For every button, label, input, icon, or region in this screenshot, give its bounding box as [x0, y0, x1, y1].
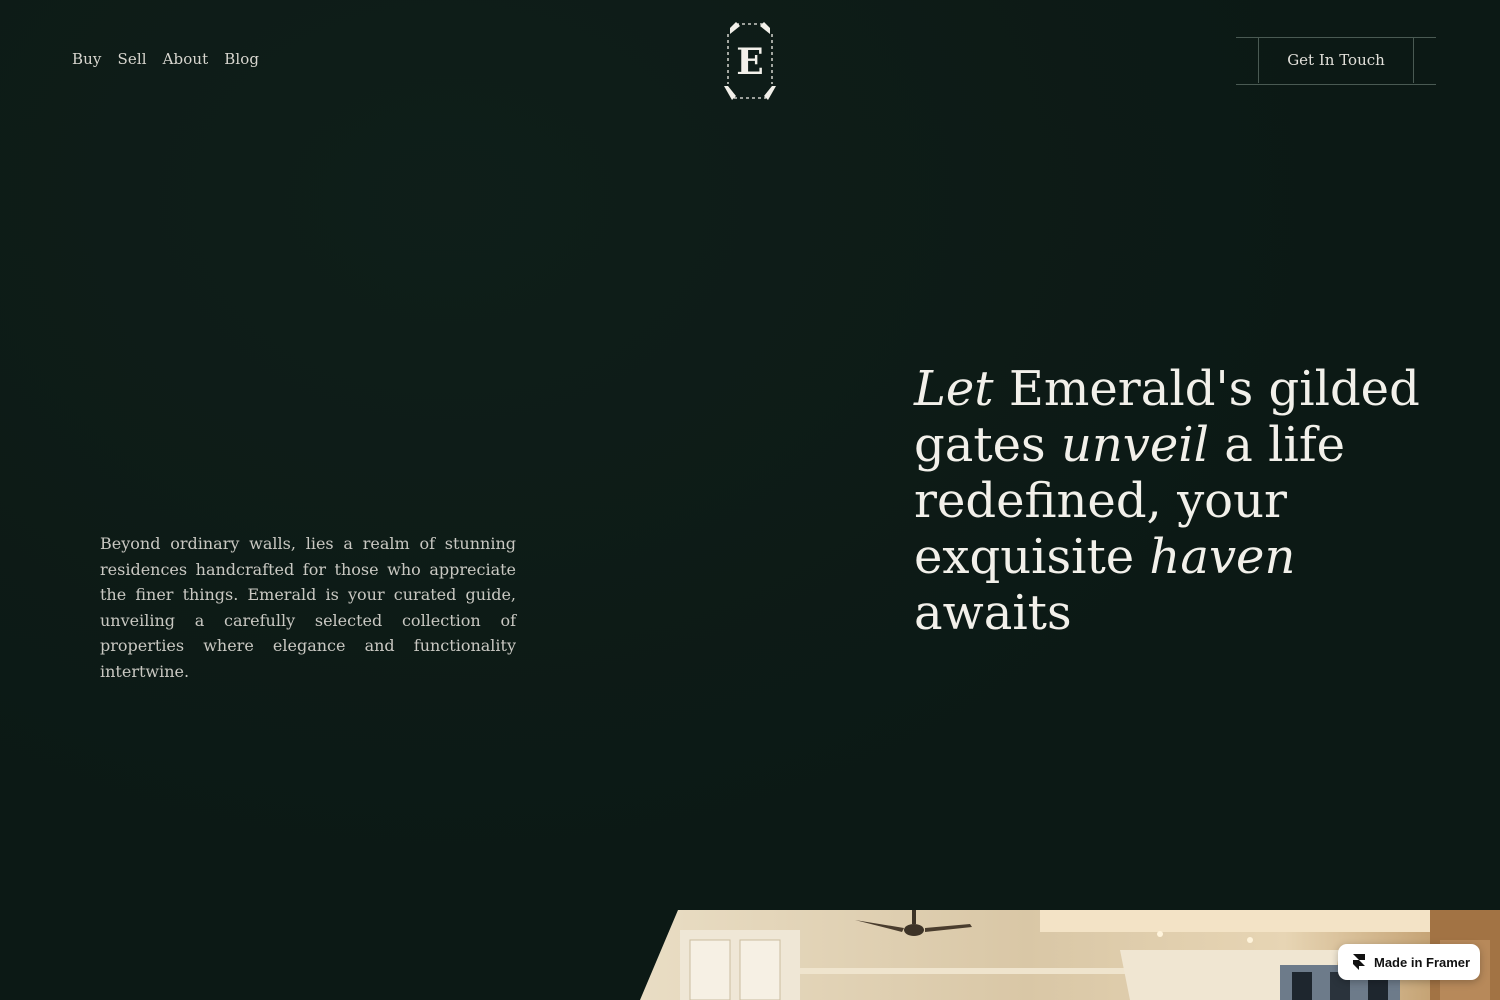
logo-icon: E — [724, 22, 776, 100]
nav-link-sell[interactable]: Sell — [117, 50, 146, 68]
headline-haven: haven — [1149, 529, 1296, 585]
headline-let: Let — [914, 361, 994, 417]
framer-badge-label: Made in Framer — [1374, 954, 1471, 970]
framer-icon — [1353, 954, 1365, 970]
nav-link-blog[interactable]: Blog — [224, 50, 259, 68]
made-in-framer-badge[interactable]: Made in Framer — [1338, 944, 1480, 980]
headline-unveil: unveil — [1060, 417, 1209, 473]
hero-headline: Let Emerald's gilded gates unveil a life… — [914, 361, 1454, 641]
headline-segment-3: awaits — [914, 585, 1072, 641]
get-in-touch-button[interactable]: Get In Touch — [1258, 37, 1414, 83]
logo-letter: E — [736, 41, 763, 83]
main-nav: Buy Sell About Blog — [72, 50, 259, 68]
nav-link-about[interactable]: About — [163, 50, 209, 68]
page: Buy Sell About Blog E Get In Touch Beyon… — [0, 0, 1500, 1000]
emerald-crest-logo[interactable]: E — [722, 20, 778, 102]
cta-line-bottom — [1236, 84, 1436, 85]
cta-wrap: Get In Touch — [1236, 37, 1436, 85]
intro-paragraph: Beyond ordinary walls, lies a realm of s… — [100, 534, 516, 681]
nav-link-buy[interactable]: Buy — [72, 50, 101, 68]
